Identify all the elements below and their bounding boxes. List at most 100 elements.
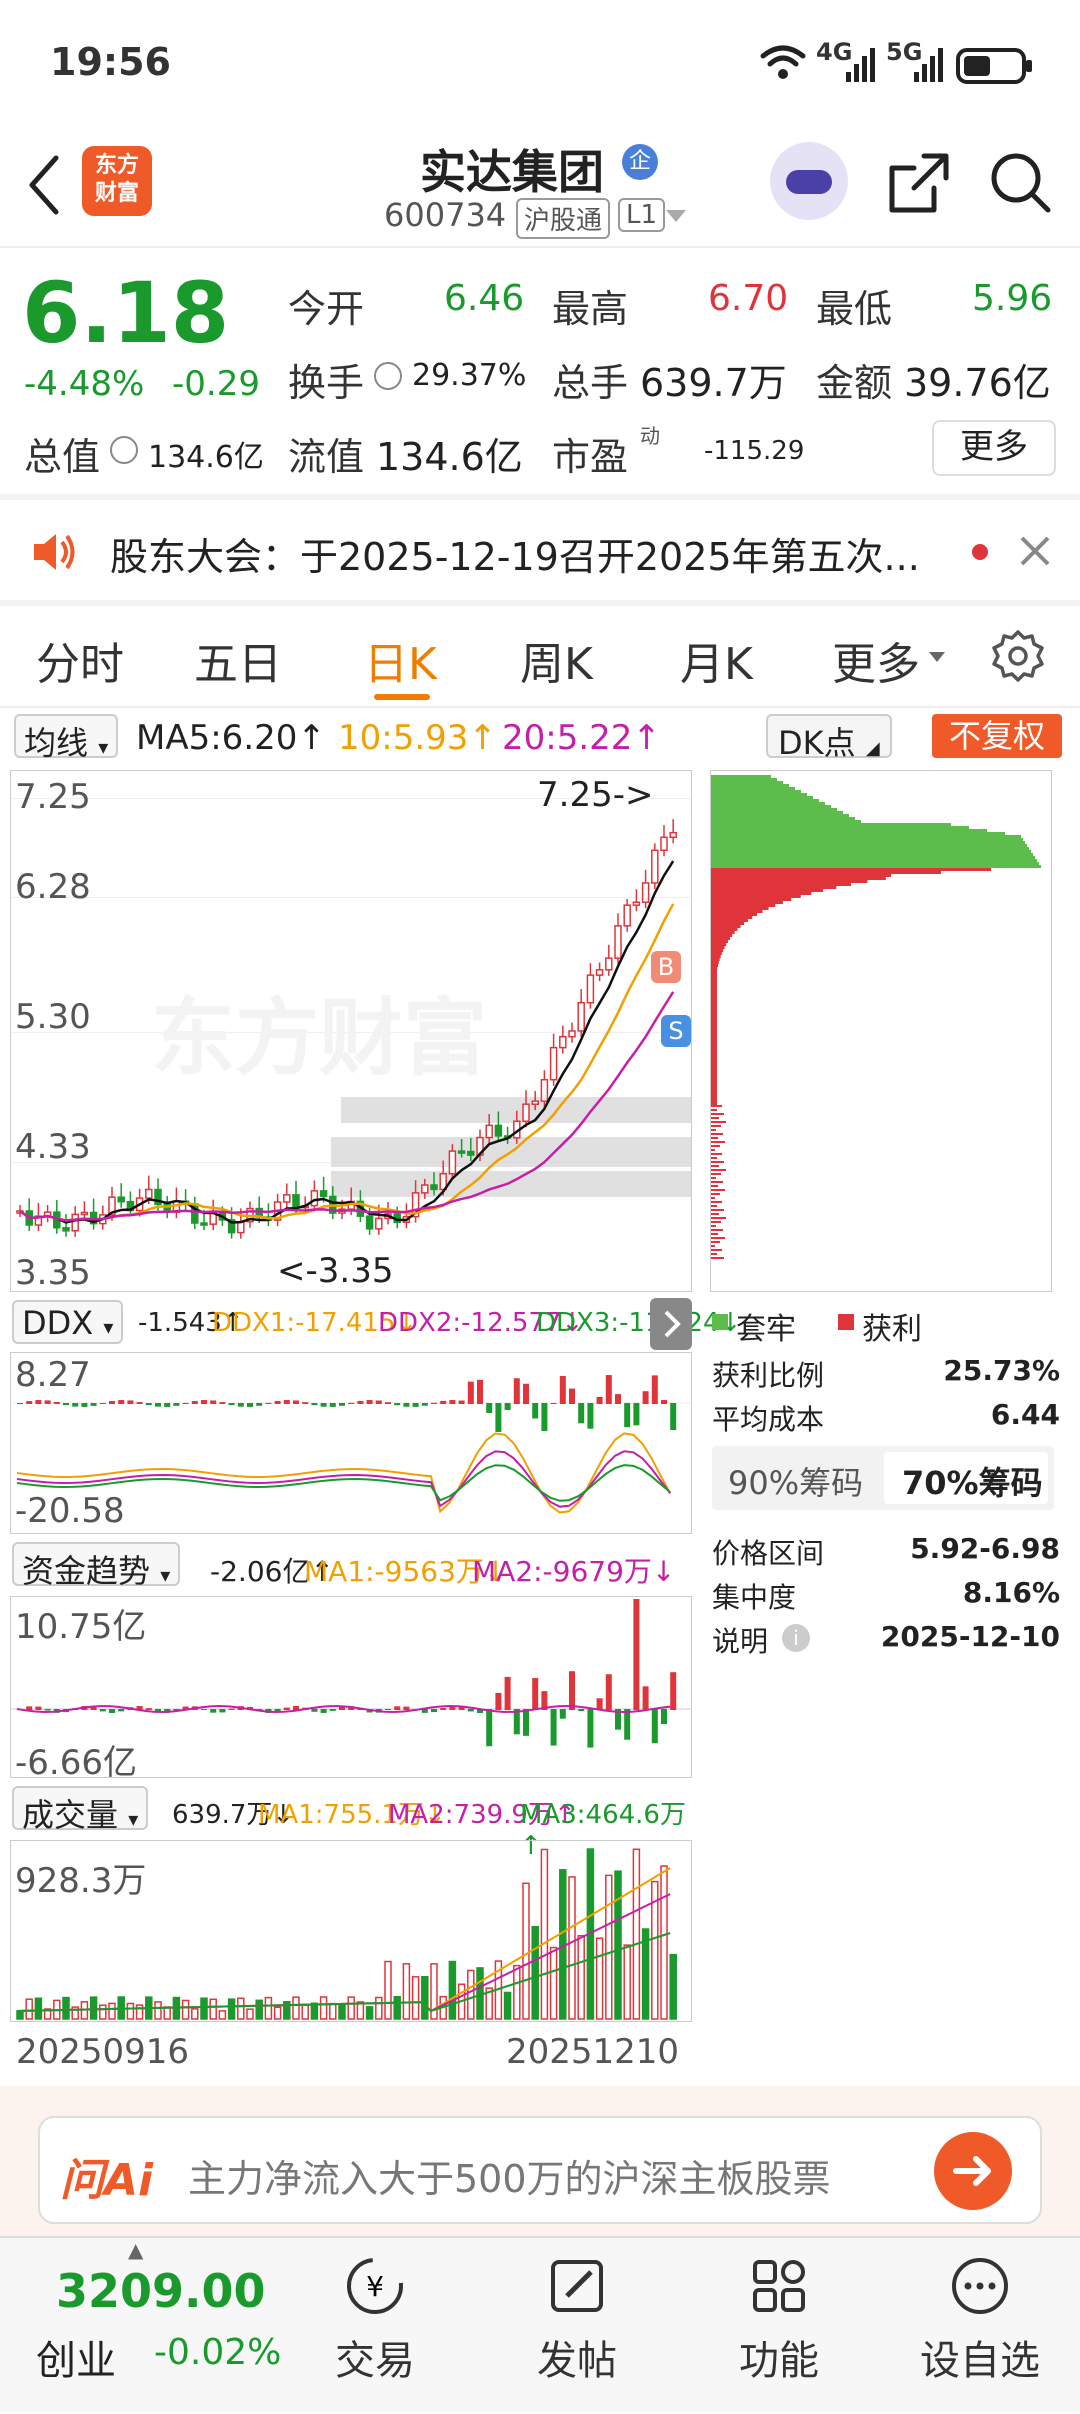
fund-bar (311, 1709, 318, 1712)
ddx-bar (615, 1394, 621, 1404)
volume-select[interactable]: 成交量 ▾ (12, 1786, 149, 1834)
adjust-button[interactable]: 不复权 (932, 714, 1062, 758)
chip-bar (711, 880, 868, 883)
fund-select[interactable]: 资金趋势 ▾ (12, 1542, 181, 1590)
chip-distribution-chart[interactable] (710, 770, 1052, 1292)
fund-bar (624, 1709, 631, 1740)
edit-icon (551, 2260, 603, 2312)
chip-bar (711, 1033, 717, 1036)
tab-monthly-k[interactable]: 月K (680, 628, 753, 692)
btn-90-chips[interactable]: 90%筹码 (728, 1458, 863, 1504)
chip-bar (711, 781, 783, 784)
notice-bar[interactable]: 股东大会：于2025-12-19召开2025年第五次... (0, 500, 1080, 600)
ddx-bar (559, 1376, 566, 1404)
share-icon[interactable] (884, 148, 954, 218)
chip-bar (711, 1018, 717, 1021)
note-date: 2025-12-10 (880, 1620, 1060, 1653)
ddx-bar (81, 1403, 88, 1407)
volume-bar (632, 1848, 641, 2020)
dk-point-select[interactable]: DK点 ◢ (766, 714, 892, 762)
close-icon[interactable] (1018, 534, 1052, 568)
chip-bar (711, 1141, 725, 1143)
chip-bar (711, 1161, 724, 1163)
index-widget[interactable]: ▲ 3209.00 创业 -0.02% (0, 2238, 300, 2414)
ddx-bar (173, 1403, 180, 1406)
fund-chart[interactable]: 10.75亿 -6.66亿 (10, 1596, 692, 1783)
fund-header: 资金趋势 ▾ -2.06亿↑ MA1:-9563万↓ MA2:-9679万↓ (0, 1540, 700, 1590)
nav-add-watchlist[interactable]: 设自选 (900, 2254, 1060, 2386)
ddx-bar (191, 1400, 198, 1404)
chip-bar (711, 1249, 722, 1251)
chip-bar (711, 1229, 723, 1231)
chevron-down-icon[interactable] (664, 206, 688, 226)
ai-search-box[interactable]: 问Ai 主力净流入大于500万的沪深主板股票 (38, 2116, 1042, 2224)
chip-bar (711, 823, 951, 826)
kline-chart[interactable]: 东方财富 7.25 6.28 5.30 4.33 3.35 7.25-> <-3… (10, 770, 692, 1293)
end-date: 20251210 (506, 2032, 680, 2072)
chip-bar (711, 784, 789, 787)
info-icon[interactable] (374, 362, 402, 390)
market-cap-label: 总值 (24, 435, 101, 479)
ddx-bar (569, 1388, 575, 1404)
fund-bar (145, 1708, 152, 1710)
nav-post[interactable]: 发帖 (522, 2254, 632, 2386)
tab-five-day[interactable]: 五日 (194, 628, 282, 692)
ddx-bar (467, 1381, 474, 1404)
collapse-button[interactable] (650, 1298, 692, 1350)
back-icon[interactable] (22, 150, 66, 220)
app-logo: 东方 财富 (82, 146, 152, 216)
assistant-avatar[interactable] (770, 142, 848, 220)
search-icon[interactable] (986, 148, 1056, 218)
ai-submit-button[interactable] (934, 2132, 1012, 2210)
more-button[interactable]: 更多 (932, 420, 1056, 476)
tab-weekly-k[interactable]: 周K (520, 628, 593, 692)
gear-icon[interactable] (990, 628, 1046, 684)
ddx-select[interactable]: DDX ▾ (12, 1300, 124, 1344)
low-marker: <-3.35 (277, 1251, 394, 1291)
chip-bar (711, 967, 718, 970)
candle-body (586, 974, 595, 1004)
ddx-bar (320, 1403, 327, 1407)
volume-bar (16, 2010, 24, 2020)
tab-intraday[interactable]: 分时 (36, 628, 124, 692)
volume-bar (246, 2008, 254, 2020)
speaker-icon (34, 534, 75, 570)
ddx-bar (274, 1400, 281, 1404)
ddx-chart[interactable]: 8.27 -20.58 (10, 1352, 692, 1534)
ddx-bar (201, 1400, 207, 1404)
tab-daily-k[interactable]: 日K (364, 628, 437, 692)
candle-body (467, 1150, 475, 1156)
ai-placeholder: 主力净流入大于500万的沪深主板股票 (188, 2157, 831, 2201)
ddx-bar (136, 1402, 143, 1404)
info-icon[interactable]: i (782, 1624, 810, 1652)
ma20-value: 20:5.22↑ (502, 718, 661, 758)
volume-bar (273, 2006, 282, 2020)
ddx-bar (642, 1391, 649, 1404)
ddx-bar (63, 1403, 69, 1406)
ddx-bar (256, 1403, 263, 1406)
info-icon[interactable] (110, 436, 138, 464)
ma-select[interactable]: 均线 ▾ (14, 714, 119, 762)
chip-bar (711, 991, 717, 994)
volume-chart[interactable]: 928.3万 (10, 1840, 692, 2022)
nav-functions[interactable]: 功能 (724, 2254, 834, 2386)
volume-select-label: 成交量 (22, 1796, 119, 1834)
volume-header: 成交量 ▾ 639.7万↓ MA1:755.1万↓ MA2:739.9万↑ MA… (0, 1784, 700, 1861)
chip-bar (711, 775, 771, 778)
chip-bar (711, 1153, 722, 1155)
volume-bar (319, 1996, 328, 2020)
chip-info-panel: 套牢 获利 获利比例 25.73% 平均成本 6.44 90%筹码 70%筹码 … (710, 1300, 1060, 1660)
float-cap-label: 流值 (288, 435, 365, 479)
ddx-header: DDX ▾ -1.543↑ DDX1:-17.415↓ DDX2:-12.577… (0, 1298, 741, 1350)
btn-70-chips[interactable]: 70%筹码 (902, 1458, 1043, 1504)
chip-bar (711, 1015, 717, 1018)
pe-label: 市盈 (552, 435, 629, 479)
chip-bar (711, 979, 717, 982)
nav-trade[interactable]: ¥ 交易 (320, 2254, 430, 2386)
volume-bar (209, 1998, 217, 2020)
ddx-bar (477, 1379, 483, 1404)
tab-more[interactable]: 更多 (832, 628, 920, 692)
chip-bar (711, 1078, 717, 1081)
volume-bar (301, 2004, 309, 2020)
chip-bar (711, 1030, 717, 1033)
